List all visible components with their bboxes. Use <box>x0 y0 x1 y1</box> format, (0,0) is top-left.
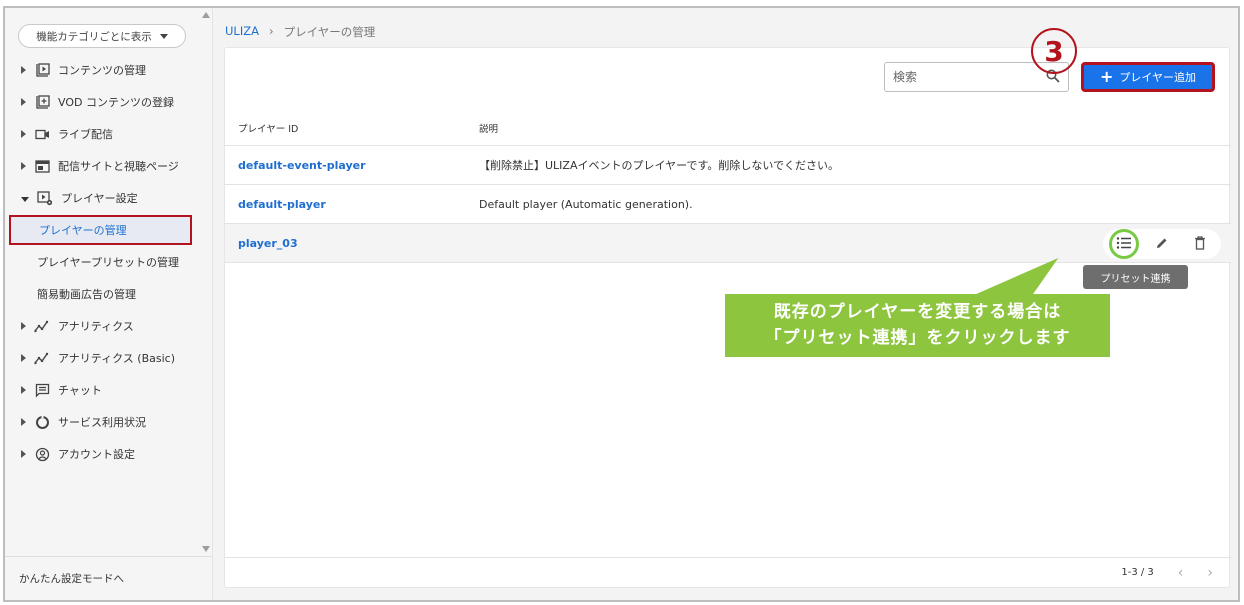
expand-arrow-icon <box>21 130 26 138</box>
expand-arrow-icon <box>21 322 26 330</box>
expand-arrow-icon <box>21 386 26 394</box>
player-description: Default player (Automatic generation). <box>479 197 693 211</box>
column-header-player-id[interactable]: プレイヤー ID <box>238 121 298 135</box>
next-page-button[interactable]: › <box>1207 565 1213 581</box>
scroll-down-arrow-icon[interactable] <box>202 546 210 552</box>
sidebar-subitem-label: プレイヤープリセットの管理 <box>37 256 180 269</box>
sidebar: 機能カテゴリごとに表示 コンテンツの管理 VOD コンテンツの登録 ライブ配信 <box>5 8 213 600</box>
prev-page-button[interactable]: ‹ <box>1178 565 1184 581</box>
expand-arrow-icon <box>21 98 26 106</box>
analytics-icon <box>34 318 50 334</box>
table-header: プレイヤー ID 説明 <box>225 110 1231 146</box>
account-circle-icon <box>34 446 50 462</box>
collapse-arrow-icon <box>21 196 29 202</box>
sidebar-item-content-management[interactable]: コンテンツの管理 <box>5 55 213 85</box>
sidebar-item-account[interactable]: アカウント設定 <box>5 439 213 469</box>
sidebar-item-label: コンテンツの管理 <box>58 64 146 77</box>
play-box-icon <box>34 62 50 78</box>
table-row[interactable]: default-event-player 【削除禁止】ULIZAイベントのプレイ… <box>225 146 1231 185</box>
player-id-link[interactable]: default-player <box>238 198 326 211</box>
breadcrumb: ULIZA › プレイヤーの管理 <box>225 24 375 40</box>
add-box-icon <box>34 94 50 110</box>
breadcrumb-current: プレイヤーの管理 <box>283 25 376 39</box>
sidebar-item-service-usage[interactable]: サービス利用状況 <box>5 407 213 437</box>
sidebar-item-sites[interactable]: 配信サイトと視聴ページ <box>5 151 213 181</box>
expand-arrow-icon <box>21 162 26 170</box>
callout-pointer <box>971 258 1059 296</box>
player-id-link[interactable]: player_03 <box>238 237 298 250</box>
sidebar-item-label: プレイヤー設定 <box>61 192 138 205</box>
table-row[interactable]: default-player Default player (Automatic… <box>225 185 1231 224</box>
preset-link-button[interactable] <box>1109 229 1139 259</box>
sidebar-item-vod-register[interactable]: VOD コンテンツの登録 <box>5 87 213 117</box>
trash-icon <box>1194 235 1206 253</box>
sidebar-item-label: アカウント設定 <box>58 448 135 461</box>
scroll-up-arrow-icon[interactable] <box>202 12 210 18</box>
preset-link-tooltip: プリセット連携 <box>1083 265 1188 289</box>
expand-arrow-icon <box>21 450 26 458</box>
expand-arrow-icon <box>21 418 26 426</box>
player-id-link[interactable]: default-event-player <box>238 159 366 172</box>
sidebar-item-label: 配信サイトと視聴ページ <box>58 160 179 173</box>
category-display-select[interactable]: 機能カテゴリごとに表示 <box>18 24 186 48</box>
page-range: 1-3 / 3 <box>1121 567 1154 578</box>
sidebar-item-analytics[interactable]: アナリティクス <box>5 311 213 341</box>
analytics-icon <box>34 350 50 366</box>
sidebar-item-player-settings[interactable]: プレイヤー設定 <box>5 183 213 213</box>
sidebar-item-chat[interactable]: チャット <box>5 375 213 405</box>
row-actions <box>1103 229 1221 259</box>
table-row[interactable]: player_03 <box>225 224 1231 263</box>
sidebar-item-label: サービス利用状況 <box>58 416 146 429</box>
player-list-panel: 3 + プレイヤー追加 プレイヤー ID 説明 default-event-pl… <box>224 28 1231 588</box>
search-input[interactable] <box>893 70 1046 84</box>
sidebar-item-label: VOD コンテンツの登録 <box>58 96 174 109</box>
web-page-icon <box>34 158 50 174</box>
breadcrumb-root-link[interactable]: ULIZA <box>225 24 259 40</box>
plus-icon: + <box>1099 67 1114 86</box>
chat-icon <box>34 382 50 398</box>
donut-chart-icon <box>34 414 50 430</box>
easy-mode-label: かんたん設定モードへ <box>19 573 124 585</box>
add-player-label: プレイヤー追加 <box>1119 71 1197 84</box>
easy-mode-link[interactable]: かんたん設定モードへ <box>5 556 213 600</box>
column-header-description[interactable]: 説明 <box>479 121 498 135</box>
sidebar-item-analytics-basic[interactable]: アナリティクス (Basic) <box>5 343 213 373</box>
expand-arrow-icon <box>21 66 26 74</box>
callout-line-1: 既存のプレイヤーを変更する場合は <box>773 302 1062 322</box>
sidebar-item-label: ライブ配信 <box>58 128 113 141</box>
app-window: 機能カテゴリごとに表示 コンテンツの管理 VOD コンテンツの登録 ライブ配信 <box>3 6 1240 602</box>
video-camera-icon <box>34 126 50 142</box>
sidebar-item-live[interactable]: ライブ配信 <box>5 119 213 149</box>
sidebar-item-label: チャット <box>58 384 102 397</box>
caret-down-icon <box>159 33 168 39</box>
sidebar-subitem-preset-management[interactable]: プレイヤープリセットの管理 <box>5 247 213 277</box>
callout-line-2: 「プリセット連携」をクリックします <box>764 327 1071 348</box>
player-settings-icon <box>37 190 53 206</box>
edit-button[interactable] <box>1147 229 1177 259</box>
instruction-callout: 既存のプレイヤーを変更する場合は 「プリセット連携」をクリックします <box>725 294 1110 357</box>
step-number-badge: 3 <box>1031 28 1077 74</box>
sidebar-subitem-label: プレイヤーの管理 <box>39 224 127 237</box>
breadcrumb-separator: › <box>268 24 274 38</box>
pagination: 1-3 / 3 ‹ › <box>225 557 1231 587</box>
delete-button[interactable] <box>1185 229 1215 259</box>
player-description: 【削除禁止】ULIZAイベントのプレイヤーです。削除しないでください。 <box>479 159 840 172</box>
category-select-label: 機能カテゴリごとに表示 <box>36 30 152 43</box>
list-icon <box>1116 236 1132 253</box>
sidebar-subitem-ad-management[interactable]: 簡易動画広告の管理 <box>5 279 213 309</box>
sidebar-item-label: アナリティクス <box>58 320 134 333</box>
sidebar-item-label: アナリティクス (Basic) <box>58 352 175 365</box>
sidebar-subitem-player-management[interactable]: プレイヤーの管理 <box>9 215 192 245</box>
expand-arrow-icon <box>21 354 26 362</box>
pencil-icon <box>1155 236 1169 253</box>
add-player-button[interactable]: + プレイヤー追加 <box>1081 62 1215 92</box>
sidebar-subitem-label: 簡易動画広告の管理 <box>37 288 136 301</box>
